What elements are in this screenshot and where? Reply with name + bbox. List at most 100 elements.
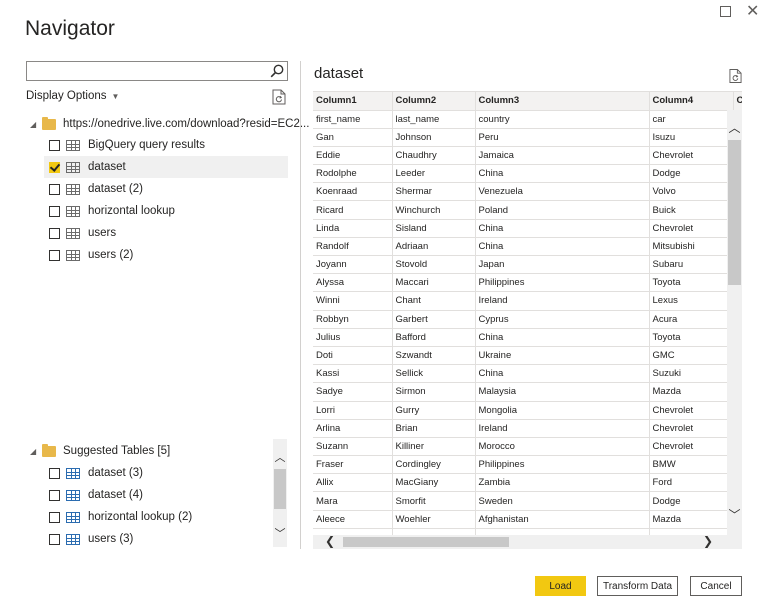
table-cell: Woehler [392, 510, 476, 529]
table-cell: Gurry [392, 401, 476, 420]
scroll-up-icon[interactable]: ︿ [273, 449, 287, 465]
table-icon [66, 139, 80, 151]
table-cell: Adriaan [392, 237, 476, 257]
load-button[interactable]: Load [535, 576, 586, 596]
table-row: Ricard Winchurch Poland Buick [313, 200, 742, 220]
table-cell: Sweden [475, 491, 650, 511]
search-input[interactable] [26, 61, 288, 81]
table-cell: Zambia [475, 473, 650, 493]
table-cell: Toyota [649, 328, 734, 347]
scroll-down-icon[interactable]: ﹀ [727, 506, 742, 523]
scroll-up-icon[interactable]: ︿ [727, 119, 742, 136]
column-header[interactable]: Column3 [475, 92, 650, 111]
horizontal-scrollbar[interactable]: ❮ ❯ [313, 534, 742, 549]
tree-item-dataset-2[interactable]: dataset (2) [44, 178, 143, 200]
expand-triangle-icon[interactable]: ◢ [30, 120, 42, 129]
scroll-down-icon[interactable]: ﹀ [273, 525, 287, 541]
checkbox[interactable] [49, 139, 60, 151]
refresh-icon[interactable] [272, 89, 286, 105]
table-cell: Fraser [313, 455, 393, 475]
table-cell: Johnson [392, 128, 476, 147]
table-cell: Ricard [313, 200, 393, 220]
table-cell: MacGiany [392, 473, 476, 493]
expand-triangle-icon[interactable]: ◢ [30, 447, 42, 456]
checkbox[interactable] [49, 183, 60, 195]
table-cell: Rodolphe [313, 164, 393, 184]
table-cell: Morocco [475, 437, 650, 457]
scroll-left-icon[interactable]: ❮ [325, 534, 335, 548]
table-cell: Allix [313, 473, 393, 493]
table-cell: Gan [313, 128, 393, 147]
table-cell: China [475, 364, 650, 384]
scroll-thumb[interactable] [343, 537, 509, 547]
table-cell: Brian [392, 419, 476, 438]
column-header[interactable]: Column1 [313, 92, 393, 111]
table-cell: Dodge [649, 491, 734, 511]
table-cell: Chevrolet [649, 419, 734, 438]
table-cell: China [475, 164, 650, 184]
close-icon[interactable]: ✕ [746, 1, 759, 21]
checkbox[interactable] [49, 249, 60, 261]
tree-item-dataset-4[interactable]: dataset (4) [44, 484, 143, 506]
tree-item-dataset[interactable]: dataset [44, 156, 288, 178]
checkbox[interactable] [49, 205, 60, 217]
table-cell: Alyssa [313, 273, 393, 293]
refresh-icon[interactable] [729, 68, 742, 84]
scroll-right-icon[interactable]: ❯ [703, 534, 713, 548]
table-cell: Ireland [475, 291, 650, 311]
table-cell: Bafford [392, 328, 476, 347]
search-icon[interactable] [270, 64, 284, 78]
table-cell: GMC [649, 346, 734, 366]
table-row: Allix MacGiany Zambia Ford [313, 473, 742, 493]
checkbox[interactable] [49, 533, 60, 545]
left-scrollbar[interactable]: ︿ ﹀ [273, 439, 287, 547]
scroll-thumb[interactable] [728, 140, 741, 285]
tree-item-users-2[interactable]: users (2) [44, 244, 133, 266]
table-row: Arlina Brian Ireland Chevrolet [313, 419, 742, 438]
tree-item-label: horizontal lookup [88, 205, 175, 217]
checkbox-checked[interactable] [49, 161, 60, 173]
source-folder-node[interactable]: ◢ https://onedrive.live.com/download?res… [30, 116, 309, 132]
table-cell: Chevrolet [649, 146, 734, 166]
column-header[interactable]: Column4 [649, 92, 734, 111]
table-cell: Smorfit [392, 491, 476, 511]
table-cell: Shermar [392, 182, 476, 202]
checkbox[interactable] [49, 227, 60, 239]
maximize-icon[interactable] [720, 6, 731, 17]
table-cell: Chevrolet [649, 219, 734, 238]
table-cell: Szwandt [392, 346, 476, 366]
tree-item-label: BigQuery query results [88, 139, 205, 151]
table-row: Alyssa Maccari Philippines Toyota [313, 273, 742, 293]
display-options-dropdown[interactable]: Display Options ▼ [26, 90, 119, 102]
cancel-button[interactable]: Cancel [690, 576, 742, 596]
chevron-down-icon: ▼ [111, 91, 120, 101]
table-icon [66, 533, 80, 545]
tree-item-horizontal-lookup-2[interactable]: horizontal lookup (2) [44, 506, 192, 528]
column-header[interactable]: Co [733, 92, 742, 111]
tree-item-label: users (3) [88, 533, 134, 545]
table-row: Suzann Killiner Morocco Chevrolet [313, 437, 742, 457]
table-row: Sadye Sirmon Malaysia Mazda [313, 382, 742, 402]
table-row: Fraser Cordingley Philippines BMW [313, 455, 742, 475]
transform-data-button[interactable]: Transform Data [597, 576, 678, 596]
checkbox[interactable] [49, 489, 60, 501]
table-cell: Winni [313, 291, 393, 311]
data-preview-grid[interactable]: Column1Column2Column3Column4Co first_nam… [313, 91, 742, 549]
table-cell: Linda [313, 219, 393, 238]
table-cell: country [475, 110, 650, 129]
tree-item-bigquery[interactable]: BigQuery query results [44, 134, 205, 156]
suggested-tables-node[interactable]: ◢ Suggested Tables [5] [30, 443, 170, 459]
tree-item-users[interactable]: users [44, 222, 116, 244]
tree-item-dataset-3[interactable]: dataset (3) [44, 462, 143, 484]
checkbox[interactable] [49, 467, 60, 479]
vertical-scrollbar[interactable]: ︿ ﹀ [727, 110, 742, 535]
tree-item-horizontal-lookup[interactable]: horizontal lookup [44, 200, 175, 222]
tree-item-users-3[interactable]: users (3) [44, 528, 133, 550]
checkbox[interactable] [49, 511, 60, 523]
table-cell: Suzann [313, 437, 393, 457]
column-header[interactable]: Column2 [392, 92, 476, 111]
table-cell: Suzuki [649, 364, 734, 384]
table-cell: Isuzu [649, 128, 734, 147]
table-row: Eddie Chaudhry Jamaica Chevrolet [313, 146, 742, 166]
scroll-thumb[interactable] [274, 469, 286, 509]
